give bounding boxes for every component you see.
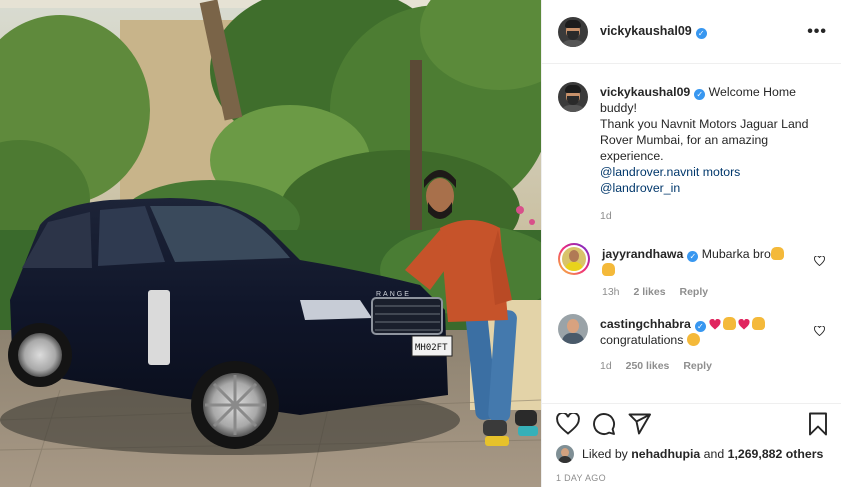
comment-text: congratulations	[600, 333, 684, 347]
mention-link[interactable]: @landrover_in	[600, 181, 680, 195]
plate-text: MH02FT	[415, 343, 448, 353]
like-comment-heart-icon[interactable]	[814, 256, 825, 266]
comments-section: vickykaushal09 ✓ Welcome Home buddy! Than…	[542, 64, 841, 401]
caption-time[interactable]: 1d	[600, 210, 612, 222]
save-bookmark-icon[interactable]	[808, 412, 828, 436]
comment-item: castingchhabra ✓ congratulations 1d 250 l…	[558, 314, 827, 374]
caption-username[interactable]: vickykaushal09	[600, 85, 690, 99]
comment-likes[interactable]: 2 likes	[633, 286, 665, 298]
liker-username[interactable]: nehadhupia	[631, 447, 700, 461]
reply-button[interactable]: Reply	[683, 360, 712, 372]
comment-time[interactable]: 13h	[602, 286, 620, 298]
raised-hands-emoji	[770, 247, 784, 260]
post-actions: Liked by nehadhupia and 1,269,882 others…	[542, 403, 841, 483]
comment-time[interactable]: 1d	[600, 360, 612, 372]
clapping-hands-emoji	[686, 333, 700, 346]
raised-hands-emoji	[723, 317, 737, 330]
verified-badge-icon: ✓	[687, 251, 699, 262]
caption-avatar[interactable]	[558, 82, 588, 112]
likes-count-link[interactable]: 1,269,882 others	[728, 447, 824, 461]
share-paper-plane-icon[interactable]	[628, 413, 652, 435]
post-image: MH02FT RANGE	[0, 0, 541, 487]
raised-hands-emoji	[602, 263, 615, 276]
post-photo[interactable]: MH02FT RANGE	[0, 0, 541, 487]
post-side-panel: vickykaushal09 ✓ ••• vickykaushal09 ✓ Welc…	[541, 0, 841, 487]
post-timestamp[interactable]: 1 DAY AGO	[556, 473, 828, 483]
caption: vickykaushal09 ✓ Welcome Home buddy! Than…	[558, 82, 827, 224]
reply-button[interactable]: Reply	[680, 286, 709, 298]
verified-badge-icon: ✓	[695, 28, 707, 39]
comment-item: jayyrandhawa ✓ Mubarka bro 13h 2 likes Re…	[558, 243, 827, 300]
comment-likes[interactable]: 250 likes	[626, 360, 670, 372]
mention-link[interactable]: @landrover.navnit	[600, 165, 699, 179]
instagram-post: MH02FT RANGE vickykaushal09 ✓ ••• vickyk…	[0, 0, 841, 487]
commenter-avatar	[562, 247, 586, 271]
like-heart-icon[interactable]	[556, 413, 580, 435]
commenter-username[interactable]: castingchhabra	[600, 317, 691, 331]
story-ring[interactable]	[558, 243, 590, 275]
svg-text:RANGE: RANGE	[376, 291, 411, 298]
caption-text-line2: Thank you Navnit Motors Jaguar Land Rove…	[600, 117, 809, 163]
comment-text: Mubarka bro	[701, 247, 771, 261]
mention-suffix: motors	[702, 165, 741, 179]
red-heart-emoji	[709, 319, 721, 330]
raised-hands-emoji	[752, 317, 766, 330]
comment-bubble-icon[interactable]	[592, 412, 616, 436]
verified-badge-icon: ✓	[694, 321, 706, 332]
more-options-icon[interactable]: •••	[807, 23, 827, 39]
liker-avatar[interactable]	[556, 445, 574, 463]
post-header: vickykaushal09 ✓ •••	[542, 0, 841, 64]
author-username[interactable]: vickykaushal09 ✓	[600, 24, 707, 39]
like-comment-heart-icon[interactable]	[814, 326, 825, 336]
red-heart-emoji	[738, 319, 750, 330]
verified-badge-icon: ✓	[694, 89, 706, 100]
commenter-avatar[interactable]	[558, 314, 588, 344]
commenter-username[interactable]: jayyrandhawa	[602, 247, 683, 261]
liked-by-summary: Liked by nehadhupia and 1,269,882 others	[556, 445, 828, 463]
author-avatar[interactable]	[558, 16, 588, 47]
caption-meta: 1d	[600, 208, 820, 224]
